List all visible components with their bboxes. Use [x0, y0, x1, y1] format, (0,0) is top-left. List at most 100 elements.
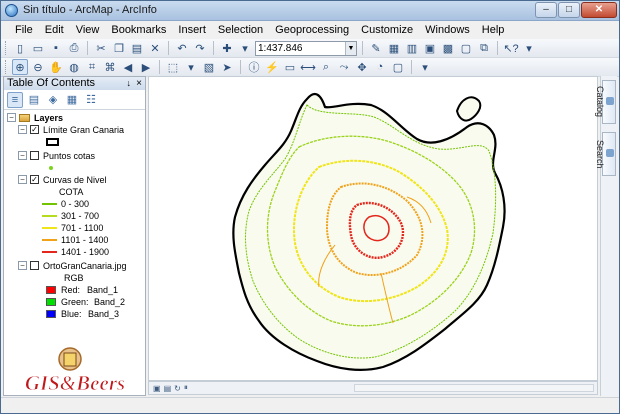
- select-dropdown-icon[interactable]: ▾: [183, 59, 199, 75]
- band-row[interactable]: Blue: Band_3: [4, 308, 144, 320]
- create-viewer-window-icon[interactable]: ▢: [390, 59, 406, 75]
- menu-insert[interactable]: Insert: [172, 22, 212, 39]
- collapse-icon[interactable]: −: [7, 113, 16, 122]
- toolbar-options-icon[interactable]: ▾: [521, 40, 537, 56]
- cut-icon[interactable]: ✂: [93, 40, 109, 56]
- pause-drawing-icon[interactable]: ⏸: [184, 383, 188, 393]
- legend-class-row[interactable]: 701 - 1100: [4, 222, 144, 234]
- collapse-icon[interactable]: −: [18, 175, 27, 184]
- polygon-outline-symbol[interactable]: [46, 138, 59, 146]
- undo-icon[interactable]: ↶: [174, 40, 190, 56]
- toolbar-grip[interactable]: [5, 60, 8, 74]
- layers-root-row[interactable]: − Layers: [4, 112, 144, 124]
- layer-visibility-checkbox[interactable]: ✓: [30, 125, 39, 134]
- catalog-window-icon[interactable]: ▥: [404, 40, 420, 56]
- clear-selection-icon[interactable]: ▧: [201, 59, 217, 75]
- search-tab[interactable]: Search: [595, 132, 616, 176]
- menu-bookmarks[interactable]: Bookmarks: [105, 22, 172, 39]
- menu-geoprocessing[interactable]: Geoprocessing: [269, 22, 355, 39]
- band-color-swatch[interactable]: [46, 298, 56, 306]
- band-row[interactable]: Green: Band_2: [4, 296, 144, 308]
- band-row[interactable]: Red: Band_1: [4, 284, 144, 296]
- collapse-icon[interactable]: −: [18, 125, 27, 134]
- band-color-swatch[interactable]: [46, 286, 56, 294]
- layer-row-limite[interactable]: − ✓ Límite Gran Canaria: [4, 124, 144, 136]
- toolbar-grip[interactable]: [5, 41, 8, 55]
- menu-view[interactable]: View: [70, 22, 106, 39]
- line-symbol[interactable]: [42, 251, 57, 253]
- add-data-dropdown-icon[interactable]: ▾: [237, 40, 253, 56]
- maximize-button[interactable]: □: [558, 2, 580, 18]
- time-slider-icon[interactable]: ◔: [372, 59, 388, 75]
- layer-symbol-row[interactable]: [4, 162, 144, 174]
- legend-class-row[interactable]: 1101 - 1400: [4, 234, 144, 246]
- copy-icon[interactable]: ❐: [111, 40, 127, 56]
- find-route-icon[interactable]: ⤳: [336, 59, 352, 75]
- layer-visibility-checkbox[interactable]: [30, 261, 39, 270]
- legend-class-row[interactable]: 301 - 700: [4, 210, 144, 222]
- chevron-down-icon[interactable]: ▼: [345, 41, 356, 55]
- close-button[interactable]: ✕: [581, 2, 617, 18]
- toolbar-options-icon[interactable]: ▾: [417, 59, 433, 75]
- identify-icon[interactable]: ⓘ: [246, 59, 262, 75]
- new-document-icon[interactable]: ▯: [12, 40, 28, 56]
- select-elements-icon[interactable]: ➤: [219, 59, 235, 75]
- save-icon[interactable]: ▪: [48, 40, 64, 56]
- line-symbol[interactable]: [42, 239, 57, 241]
- menu-file[interactable]: File: [9, 22, 39, 39]
- go-to-xy-icon[interactable]: ✥: [354, 59, 370, 75]
- legend-class-row[interactable]: 1401 - 1900: [4, 246, 144, 258]
- data-view-icon[interactable]: ▣: [153, 384, 161, 393]
- layer-row-puntos[interactable]: − Puntos cotas: [4, 150, 144, 162]
- list-by-selection-icon[interactable]: ▦: [64, 92, 80, 108]
- point-symbol[interactable]: [49, 166, 53, 170]
- menu-edit[interactable]: Edit: [39, 22, 70, 39]
- map-view[interactable]: [148, 76, 598, 381]
- print-icon[interactable]: ⎙: [66, 40, 82, 56]
- add-data-icon[interactable]: ✚: [219, 40, 235, 56]
- map-scale-combobox[interactable]: 1:437.846 ▼: [255, 40, 357, 56]
- layer-symbol-row[interactable]: [4, 136, 144, 148]
- fixed-zoom-out-icon[interactable]: ⌘: [102, 59, 118, 75]
- refresh-icon[interactable]: ↻: [174, 384, 181, 393]
- line-symbol[interactable]: [42, 203, 57, 205]
- gran-canaria-contour-map[interactable]: [149, 77, 598, 381]
- collapse-icon[interactable]: −: [18, 151, 27, 160]
- minimize-button[interactable]: –: [535, 2, 557, 18]
- pin-icon[interactable]: ↓: [127, 77, 132, 90]
- whats-this-icon[interactable]: ↖?: [503, 40, 519, 56]
- line-symbol[interactable]: [42, 227, 57, 229]
- horizontal-scrollbar[interactable]: [354, 384, 594, 392]
- toc-options-icon[interactable]: ☷: [83, 92, 99, 108]
- layer-row-orto[interactable]: − OrtoGranCanaria.jpg: [4, 260, 144, 272]
- layer-visibility-checkbox[interactable]: [30, 151, 39, 160]
- line-symbol[interactable]: [42, 215, 57, 217]
- catalog-tab[interactable]: Catalog: [595, 80, 616, 124]
- menu-help[interactable]: Help: [476, 22, 511, 39]
- arctoolbox-icon[interactable]: ▩: [440, 40, 456, 56]
- pan-icon[interactable]: ✋: [48, 59, 64, 75]
- python-window-icon[interactable]: ▢: [458, 40, 474, 56]
- zoom-out-icon[interactable]: ⊖: [30, 59, 46, 75]
- menu-selection[interactable]: Selection: [212, 22, 269, 39]
- open-folder-icon[interactable]: ▭: [30, 40, 46, 56]
- full-extent-icon[interactable]: ◍: [66, 59, 82, 75]
- layer-row-curvas[interactable]: − ✓ Curvas de Nivel: [4, 174, 144, 186]
- collapse-icon[interactable]: −: [18, 261, 27, 270]
- measure-icon[interactable]: ⟷: [300, 59, 316, 75]
- model-builder-icon[interactable]: ⧉: [476, 40, 492, 56]
- previous-extent-icon[interactable]: ◀: [120, 59, 136, 75]
- find-icon[interactable]: ⌕: [318, 59, 334, 75]
- editor-toolbar-icon[interactable]: ✎: [368, 40, 384, 56]
- layout-view-icon[interactable]: ▤: [164, 384, 172, 393]
- list-by-source-icon[interactable]: ▤: [26, 92, 42, 108]
- redo-icon[interactable]: ↷: [192, 40, 208, 56]
- search-window-icon[interactable]: ▣: [422, 40, 438, 56]
- delete-icon[interactable]: ✕: [147, 40, 163, 56]
- html-popup-icon[interactable]: ▭: [282, 59, 298, 75]
- fixed-zoom-in-icon[interactable]: ⌗: [84, 59, 100, 75]
- hyperlink-icon[interactable]: ⚡: [264, 59, 280, 75]
- legend-class-row[interactable]: 0 - 300: [4, 198, 144, 210]
- band-color-swatch[interactable]: [46, 310, 56, 318]
- select-features-icon[interactable]: ⬚: [165, 59, 181, 75]
